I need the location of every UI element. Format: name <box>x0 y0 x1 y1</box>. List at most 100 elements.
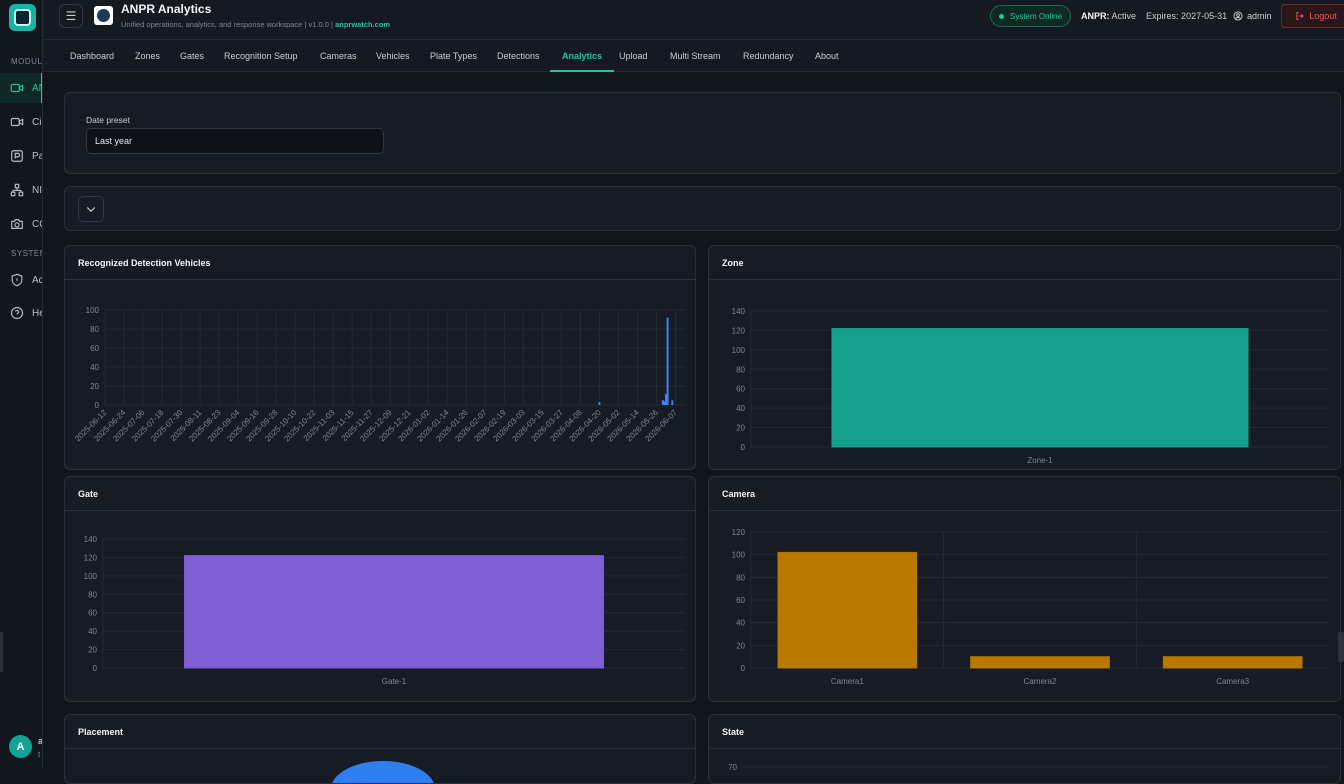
avatar[interactable]: A <box>9 735 32 758</box>
y-tick-label: 20 <box>736 424 745 433</box>
chart-bar <box>183 555 605 669</box>
tab-vehicles[interactable]: Vehicles <box>376 40 410 72</box>
date-preset-label: Date preset <box>86 115 130 125</box>
sidebar-item-parking[interactable]: Pa <box>0 141 42 171</box>
camera-icon <box>10 83 24 93</box>
camera-card: Camera 0 20 40 60 80 100 120 Camera1 Camera2 Came… <box>708 476 1341 702</box>
tab-plate-types[interactable]: Plate Types <box>430 40 477 72</box>
chart-bar <box>831 327 1249 448</box>
status-dot-icon <box>999 13 1004 19</box>
status-badge: System Online <box>990 5 1072 27</box>
sidebar-item-cctv[interactable]: CC <box>0 209 42 239</box>
hamburger-icon: ☰ <box>65 9 77 23</box>
sidebar-item-label: He <box>32 307 42 319</box>
x-tick-label: Camera3 <box>1216 677 1249 686</box>
sidebar-resize-handle[interactable] <box>0 632 3 672</box>
app-logo[interactable] <box>9 4 36 31</box>
chart-bar <box>671 400 674 405</box>
expand-filters-button[interactable] <box>78 196 104 222</box>
chart-bar <box>777 551 918 669</box>
tab-cameras[interactable]: Cameras <box>320 40 357 72</box>
y-tick-label: 140 <box>84 535 98 544</box>
version-text: v1.0.0 <box>308 20 329 29</box>
sidebar-item-help[interactable]: He <box>0 298 42 328</box>
sidebar-section-system: SYSTEM <box>11 249 42 258</box>
state-chart: 70 <box>728 763 1329 772</box>
y-tick-label: 100 <box>84 572 98 581</box>
y-tick-label: 120 <box>732 326 746 335</box>
card-title: Zone <box>709 246 1340 280</box>
subtitle-text: Unified operations, analytics, and respo… <box>121 20 303 29</box>
sidebar-item-label: NI <box>32 184 42 196</box>
chart-bar <box>970 656 1110 669</box>
logout-icon <box>1296 12 1305 20</box>
y-tick-label: 100 <box>732 551 746 560</box>
tab-redundancy[interactable]: Redundancy <box>743 40 794 72</box>
logout-label: Logout <box>1309 11 1337 21</box>
logout-button[interactable]: Logout <box>1281 4 1344 28</box>
x-tick-label: Zone-1 <box>1027 456 1053 465</box>
tab-dashboard[interactable]: Dashboard <box>70 40 114 72</box>
user-menu[interactable]: admin <box>1233 11 1272 21</box>
y-tick-label: 60 <box>736 596 745 605</box>
card-title: State <box>709 715 1340 749</box>
sidebar-item-label: Ac <box>32 274 43 286</box>
card-title: Placement <box>65 715 695 749</box>
status-text: System Online <box>1010 11 1063 21</box>
license-state: Active <box>1111 11 1137 21</box>
avatar-name: a <box>38 736 43 746</box>
network-icon <box>10 183 24 197</box>
state-card: State 70 <box>708 714 1341 784</box>
tab-analytics[interactable]: Analytics <box>549 40 615 72</box>
x-tick-label: Camera2 <box>1024 677 1057 686</box>
zone-chart: 0 20 40 60 80 100 120 140 Zone-1 <box>732 307 1329 465</box>
brand-logo <box>94 6 113 25</box>
tab-gates[interactable]: Gates <box>180 40 204 72</box>
camera-chart: 0 20 40 60 80 100 120 Camera1 Camera2 Camera3 <box>732 528 1329 686</box>
user-name: admin <box>1247 11 1272 21</box>
topbar: ☰ ANPR Analytics Unified operations, ana… <box>43 0 1344 40</box>
tab-multi-stream[interactable]: Multi Stream <box>670 40 721 72</box>
y-tick-label: 40 <box>90 363 99 372</box>
sidebar-item-label: AN <box>32 82 42 94</box>
tab-upload[interactable]: Upload <box>619 40 648 72</box>
y-tick-label: 100 <box>732 346 746 355</box>
sidebar-item-anpr[interactable]: AN <box>0 73 42 103</box>
sidebar-item-label: Ci <box>32 116 42 128</box>
sidebar-item-label: Pa <box>32 150 42 162</box>
logo-mark <box>14 9 31 26</box>
shield-icon <box>11 273 23 287</box>
placement-chart <box>332 761 434 783</box>
tab-bar: Dashboard Zones Gates Recognition Setup … <box>43 40 1344 72</box>
pie-slice <box>332 761 434 783</box>
menu-toggle-button[interactable]: ☰ <box>59 4 83 28</box>
tab-zones[interactable]: Zones <box>135 40 160 72</box>
chart-bar <box>666 317 669 405</box>
sidebar-item-network[interactable]: NI <box>0 175 42 205</box>
camera-icon <box>10 117 24 127</box>
x-tick-label: Gate-1 <box>382 677 407 686</box>
recognized-detections-card: Recognized Detection Vehicles 0 20 40 60 80 1… <box>64 245 696 470</box>
card-title: Camera <box>709 477 1340 511</box>
tab-detections[interactable]: Detections <box>497 40 540 72</box>
photo-camera-icon <box>11 219 23 229</box>
filter-card: Date preset Last year <box>64 92 1341 174</box>
sidebar-section-modules: MODULE <box>11 57 43 66</box>
tab-about[interactable]: About <box>815 40 839 72</box>
gate-chart: 0 20 40 60 80 100 120 140 Gate-1 <box>84 535 685 686</box>
page-scrollbar[interactable] <box>1338 632 1344 662</box>
brand-logo-mark <box>97 9 110 22</box>
y-tick-label: 20 <box>736 641 745 650</box>
y-tick-label: 80 <box>736 573 745 582</box>
site-link[interactable]: anprwatch.com <box>335 20 390 29</box>
page-title: ANPR Analytics <box>121 2 212 16</box>
license-label: ANPR: <box>1081 11 1110 21</box>
tab-recognition-setup[interactable]: Recognition Setup <box>224 40 298 72</box>
date-preset-select[interactable]: Last year <box>86 128 384 154</box>
user-icon <box>1233 11 1243 21</box>
y-tick-label: 0 <box>741 664 746 673</box>
y-tick-label: 100 <box>86 306 100 315</box>
y-tick-label: 40 <box>88 627 97 636</box>
sidebar-item-city[interactable]: Ci <box>0 107 42 137</box>
sidebar-item-access[interactable]: Ac <box>0 265 43 295</box>
